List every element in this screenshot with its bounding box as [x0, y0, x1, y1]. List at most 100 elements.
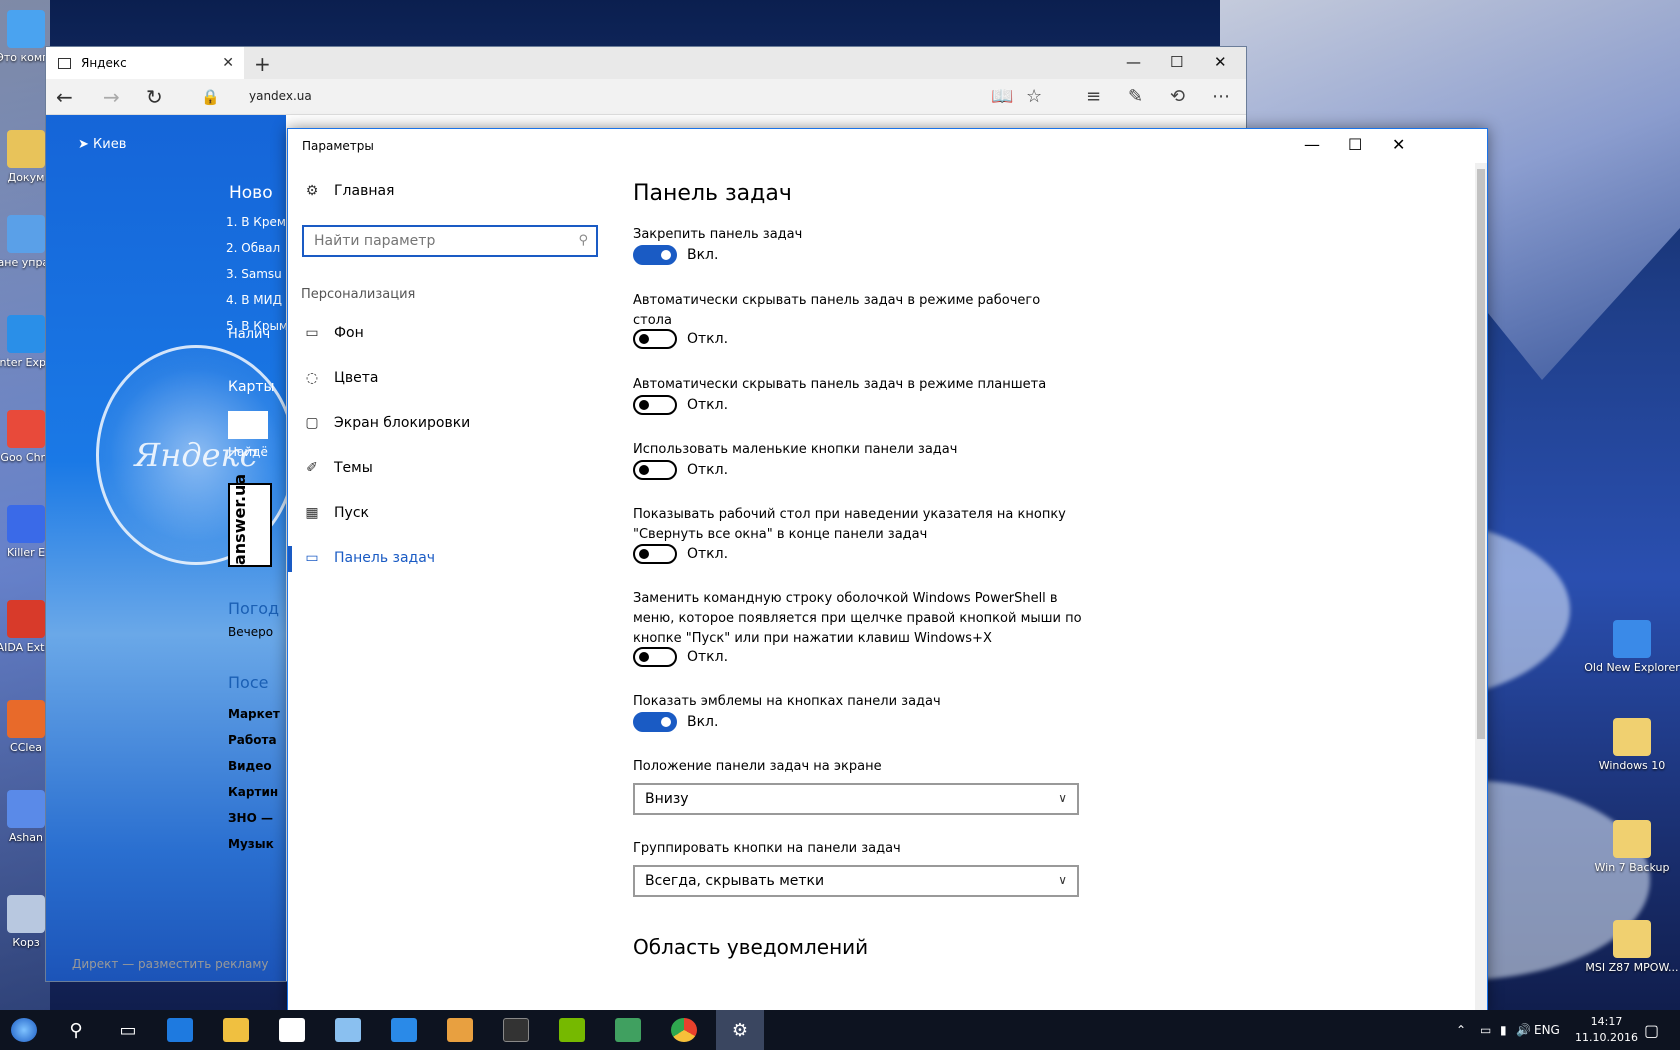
toggle-small-buttons[interactable]: Откл.: [633, 460, 728, 480]
app-icon[interactable]: [380, 1010, 428, 1050]
visited-link[interactable]: Работа: [228, 733, 277, 747]
news-item[interactable]: 2. Обвал: [226, 241, 280, 255]
back-icon[interactable]: ←: [56, 85, 73, 109]
url-field[interactable]: yandex.ua: [249, 89, 312, 103]
toggle-switch[interactable]: [633, 460, 677, 480]
toggle-switch[interactable]: [633, 395, 677, 415]
toggle-switch[interactable]: [633, 647, 677, 667]
toggle-switch[interactable]: [633, 245, 677, 265]
edge-icon[interactable]: [156, 1010, 204, 1050]
sidebar-item-start[interactable]: ▦ Пуск: [302, 505, 369, 521]
desktop-icon[interactable]: Windows 10: [1584, 718, 1680, 772]
task-view-icon[interactable]: ▭: [104, 1010, 152, 1050]
desktop-icon[interactable]: MSI Z87 MPOW...: [1584, 920, 1680, 974]
app-logo-icon: [615, 1018, 641, 1042]
favorite-star-icon[interactable]: ☆: [1026, 86, 1042, 107]
browser-tab-bar: Яндекс ✕ + — ☐ ✕: [46, 47, 1246, 79]
chrome-icon[interactable]: [660, 1010, 708, 1050]
news-heading[interactable]: Ново: [229, 183, 273, 203]
maximize-icon[interactable]: ☐: [1170, 53, 1183, 71]
network-icon[interactable]: ▭: [1480, 1010, 1491, 1050]
refresh-icon[interactable]: ↻: [146, 85, 163, 109]
toggle-powershell[interactable]: Откл.: [633, 647, 728, 667]
settings-minimize-icon[interactable]: —: [1304, 135, 1320, 154]
hub-icon[interactable]: ≡: [1086, 86, 1101, 107]
toggle-autohide-desktop[interactable]: Откл.: [633, 329, 728, 349]
browser-tab[interactable]: Яндекс ✕: [46, 47, 244, 79]
answer-ua-badge[interactable]: answer.ua: [228, 474, 272, 567]
app-logo-icon: [503, 1018, 529, 1042]
search-input[interactable]: [314, 233, 554, 249]
settings-taskbar-icon[interactable]: ⚙: [716, 1010, 764, 1050]
nvidia-icon[interactable]: [548, 1010, 596, 1050]
desktop-icon[interactable]: Old New Explorer: [1584, 620, 1680, 674]
toggle-switch[interactable]: [633, 329, 677, 349]
city-link[interactable]: ➤ Киев: [78, 137, 126, 152]
more-icon[interactable]: ⋯: [1212, 86, 1230, 107]
close-icon[interactable]: ✕: [1214, 53, 1227, 71]
sidebar-item-colors[interactable]: ◌ Цвета: [302, 370, 379, 386]
maps-search-box[interactable]: [228, 411, 268, 439]
tray-chevron-icon[interactable]: ⌃: [1456, 1010, 1466, 1050]
language-indicator[interactable]: ENG: [1534, 1010, 1560, 1050]
visited-heading[interactable]: Посе: [228, 673, 268, 692]
taskbar: ⚲ ▭ ⚙ ⌃ ▭ ▮ 🔊 ENG 14:17 11.10.2016 ▢: [0, 1010, 1680, 1050]
sidebar-group-title: Персонализация: [301, 287, 416, 302]
image-icon: ▭: [305, 325, 319, 341]
web-note-icon[interactable]: ✎: [1128, 86, 1143, 107]
settings-close-icon[interactable]: ✕: [1392, 135, 1405, 154]
settings-scrollbar[interactable]: [1475, 163, 1487, 1013]
position-dropdown[interactable]: Внизу ∨: [633, 783, 1079, 815]
search-icon[interactable]: ⚲: [52, 1010, 100, 1050]
weather-heading[interactable]: Погод: [228, 599, 279, 618]
find-link[interactable]: Найдё: [228, 445, 268, 459]
browser-address-bar: ← → ↻ 🔒 yandex.ua 📖 ☆ ≡ ✎ ⟲ ⋯: [46, 79, 1246, 115]
scroll-thumb[interactable]: [1477, 169, 1485, 739]
news-item[interactable]: 1. В Крем: [226, 215, 286, 229]
toggle-badges[interactable]: Вкл.: [633, 712, 718, 732]
visited-link[interactable]: ЗНО —: [228, 811, 273, 825]
reading-view-icon[interactable]: 📖: [991, 86, 1013, 107]
option-label: Показывать рабочий стол при наведении ук…: [633, 507, 1066, 542]
news-item[interactable]: 4. В МИД: [226, 293, 282, 307]
news-item[interactable]: 3. Samsu: [226, 267, 282, 281]
sidebar-item-themes[interactable]: ✐ Темы: [302, 460, 373, 476]
visited-link[interactable]: Музык: [228, 837, 274, 851]
notifications-icon[interactable]: ▢: [1644, 1010, 1659, 1050]
sidebar-item-background[interactable]: ▭ Фон: [302, 325, 363, 341]
paint-icon[interactable]: [324, 1010, 372, 1050]
sidebar-item-taskbar[interactable]: ▭ Панель задач: [288, 546, 435, 572]
sidebar-item-lockscreen[interactable]: ▢ Экран блокировки: [302, 415, 470, 431]
sidebar-item-home[interactable]: ⚙ Главная: [302, 183, 395, 199]
maps-heading[interactable]: Карты: [228, 379, 275, 395]
desktop-icon[interactable]: Win 7 Backup: [1584, 820, 1680, 874]
app-icon[interactable]: [492, 1010, 540, 1050]
toggle-state: Вкл.: [687, 714, 719, 730]
toggle-lock-taskbar[interactable]: Вкл.: [633, 245, 718, 265]
toggle-peek[interactable]: Откл.: [633, 544, 728, 564]
app-icon[interactable]: [604, 1010, 652, 1050]
clock[interactable]: 14:17 11.10.2016: [1575, 1014, 1638, 1046]
settings-content: Панель задач Закрепить панель задач Вкл.…: [633, 163, 1453, 1013]
share-icon[interactable]: ⟲: [1170, 86, 1185, 107]
toggle-autohide-tablet[interactable]: Откл.: [633, 395, 728, 415]
store-icon[interactable]: [268, 1010, 316, 1050]
news-more[interactable]: Налич: [228, 327, 270, 342]
settings-maximize-icon[interactable]: ☐: [1348, 135, 1362, 154]
footer-ad-link[interactable]: Директ — разместить рекламу: [72, 957, 269, 971]
tab-close-icon[interactable]: ✕: [222, 55, 234, 71]
visited-link[interactable]: Видео: [228, 759, 272, 773]
visited-link[interactable]: Маркет: [228, 707, 280, 721]
app-icon[interactable]: [436, 1010, 484, 1050]
explorer-icon[interactable]: [212, 1010, 260, 1050]
minimize-icon[interactable]: —: [1126, 53, 1141, 71]
toggle-switch[interactable]: [633, 712, 677, 732]
toggle-switch[interactable]: [633, 544, 677, 564]
forward-icon[interactable]: →: [103, 85, 120, 109]
power-icon[interactable]: ▮: [1500, 1010, 1507, 1050]
new-tab-icon[interactable]: +: [254, 52, 271, 76]
visited-link[interactable]: Картин: [228, 785, 278, 799]
start-button[interactable]: [0, 1010, 48, 1050]
grouping-dropdown[interactable]: Всегда, скрывать метки ∨: [633, 865, 1079, 897]
volume-icon[interactable]: 🔊: [1516, 1010, 1531, 1050]
